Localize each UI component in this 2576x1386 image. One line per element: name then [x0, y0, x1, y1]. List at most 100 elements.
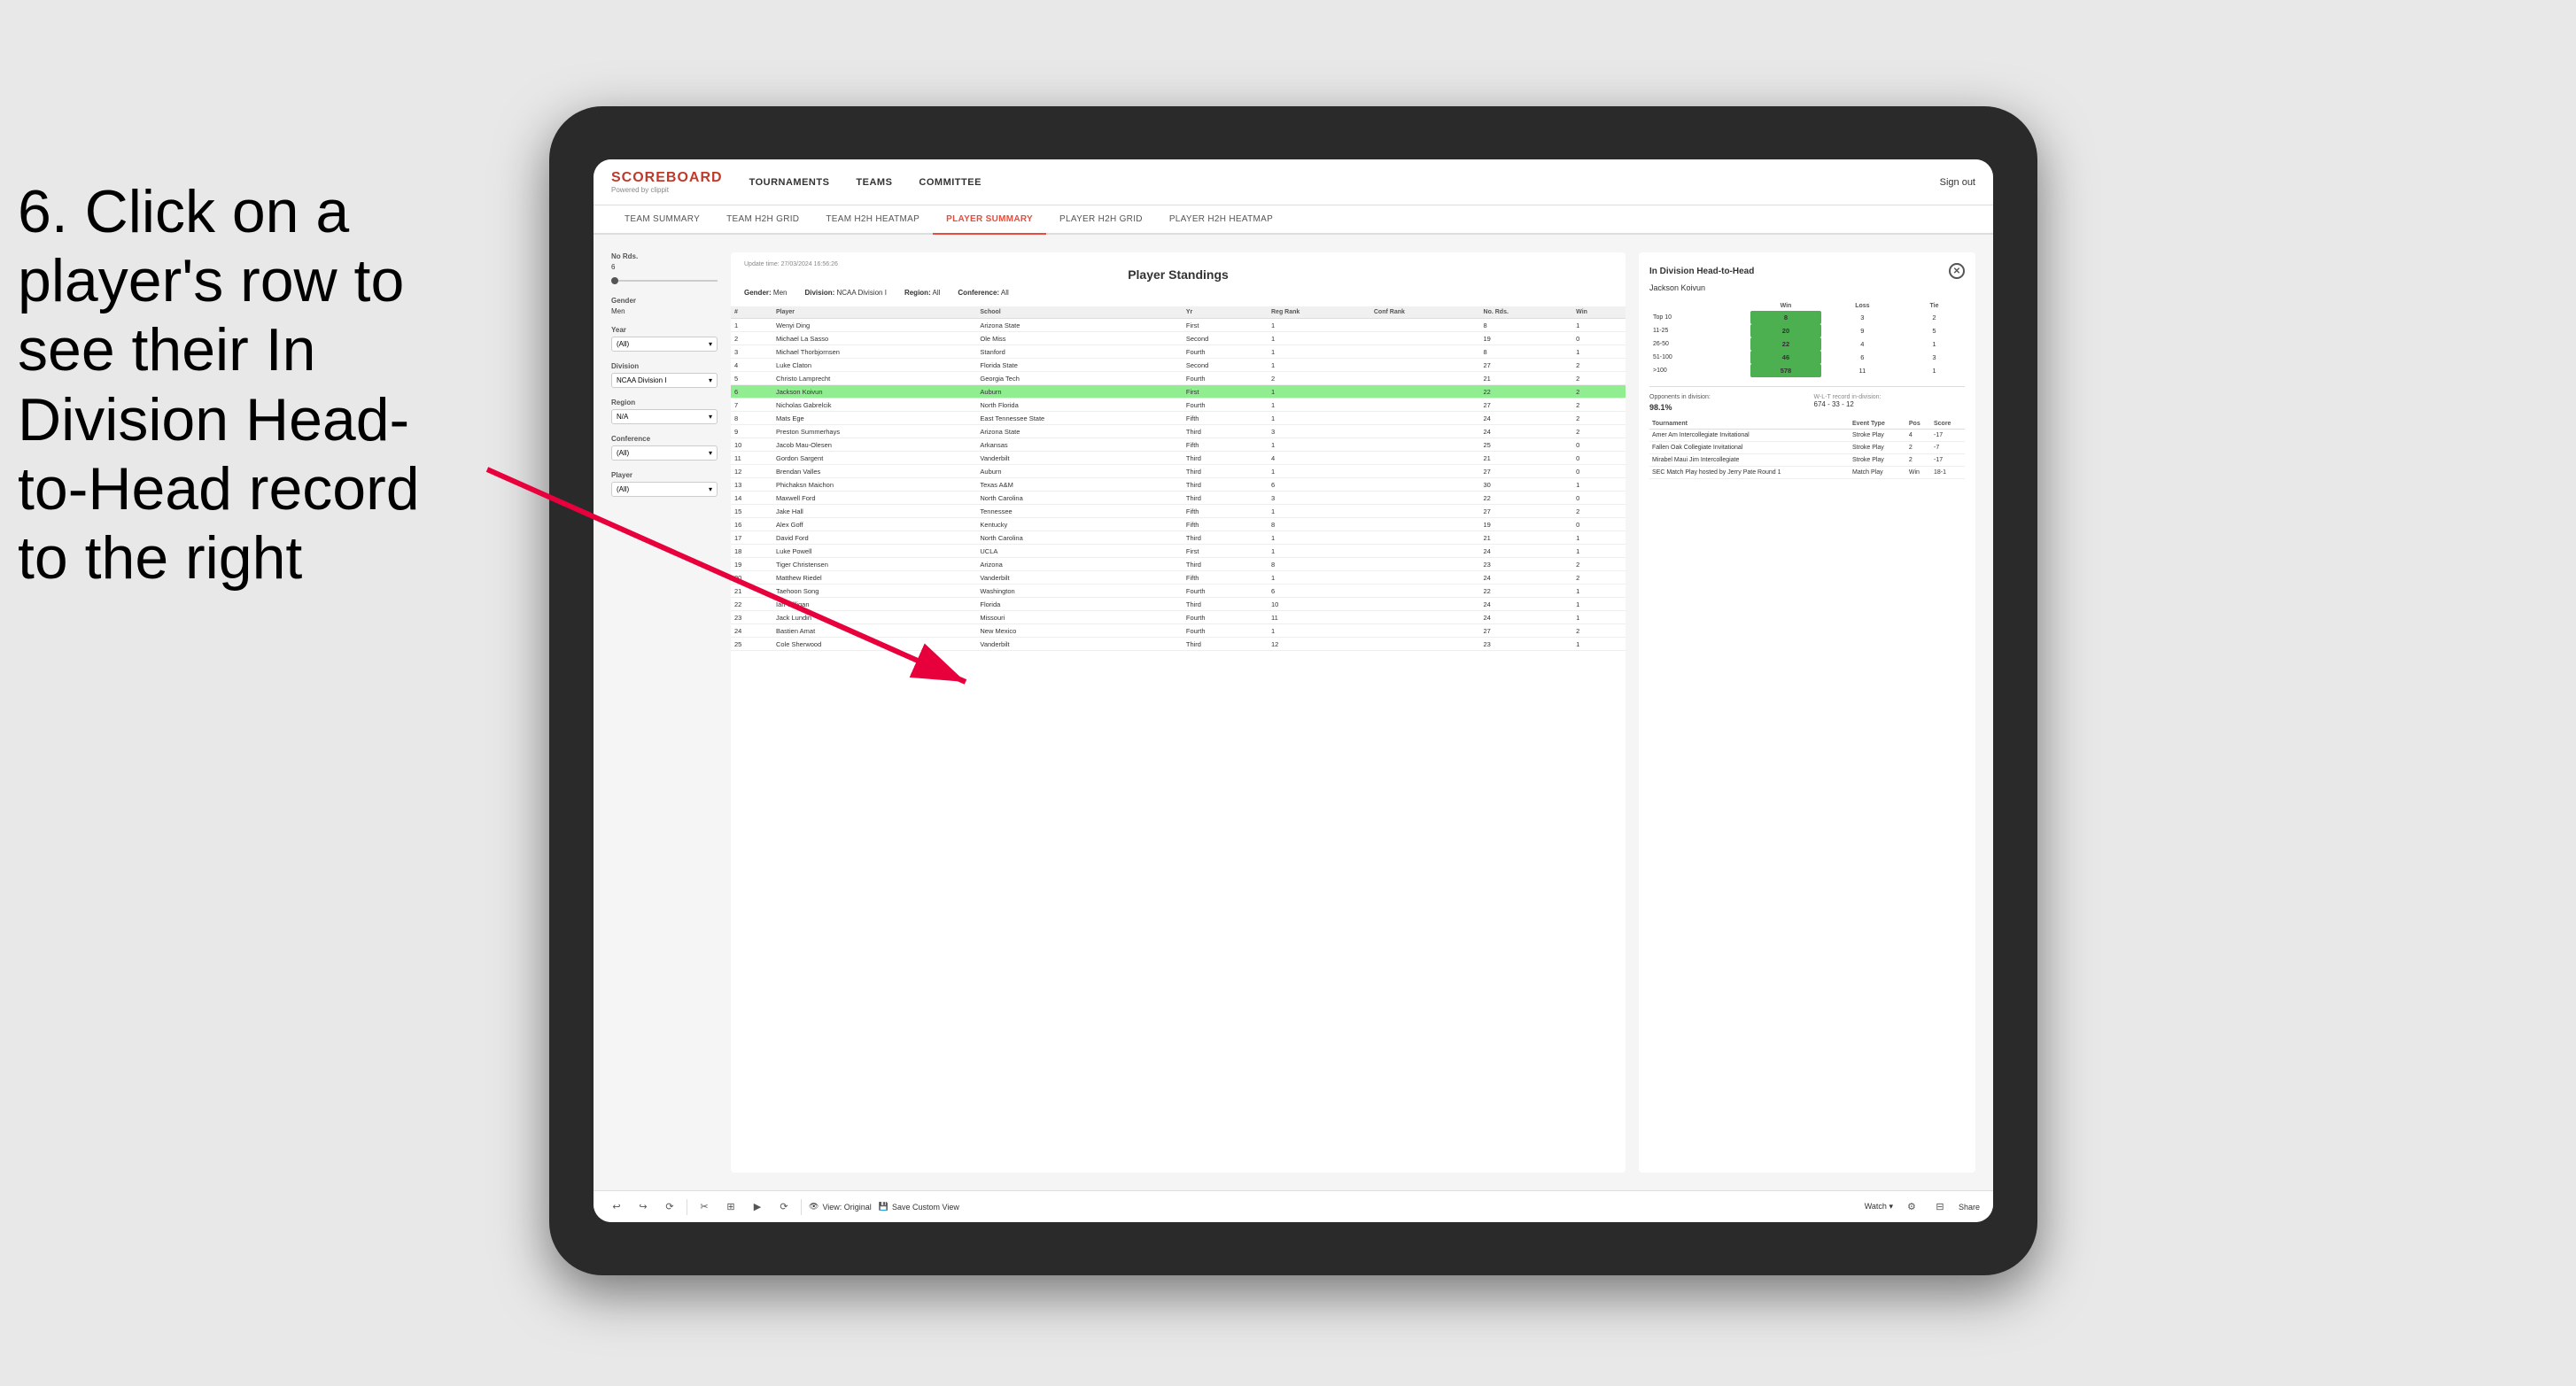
year-dropdown[interactable]: (All) ▾: [611, 337, 718, 352]
t-score: -17: [1931, 454, 1965, 467]
cell-reg-rank: 3: [1268, 492, 1370, 505]
h2h-win: 46: [1750, 351, 1821, 364]
tournament-row: Amer Am Intercollegiate Invitational Str…: [1649, 430, 1965, 442]
table-row[interactable]: 19 Tiger Christensen Arizona Third 8 23 …: [731, 558, 1626, 571]
cell-reg-rank: 8: [1268, 558, 1370, 571]
refresh-button[interactable]: ⟳: [660, 1197, 679, 1217]
subnav-player-h2h-grid[interactable]: PLAYER H2H GRID: [1046, 205, 1156, 235]
no-rds-slider[interactable]: [611, 275, 718, 286]
gender-value: Men: [611, 307, 718, 315]
settings-button[interactable]: ⚙: [1902, 1197, 1921, 1217]
subnav-player-summary[interactable]: PLAYER SUMMARY: [933, 205, 1046, 235]
table-row[interactable]: 21 Taehoon Song Washington Fourth 6 22 1: [731, 585, 1626, 598]
subnav-player-h2h-heatmap[interactable]: PLAYER H2H HEATMAP: [1156, 205, 1286, 235]
table-row[interactable]: 16 Alex Goff Kentucky Fifth 8 19 0: [731, 518, 1626, 531]
logo-powered: Powered by clippit: [611, 186, 723, 194]
h2h-win: 578: [1750, 364, 1821, 377]
table-row[interactable]: 22 Ian Gilligan Florida Third 10 24 1: [731, 598, 1626, 611]
table-row[interactable]: 4 Luke Claton Florida State Second 1 27 …: [731, 359, 1626, 372]
sign-out-button[interactable]: Sign out: [1940, 177, 1975, 188]
subnav-team-h2h-heatmap[interactable]: TEAM H2H HEATMAP: [812, 205, 933, 235]
save-custom-view-button[interactable]: 💾 Save Custom View: [879, 1202, 959, 1212]
cell-conf-rank: [1370, 359, 1480, 372]
cut-button[interactable]: ✂: [694, 1197, 714, 1217]
cell-rank: 1: [731, 319, 772, 332]
table-row[interactable]: 1 Wenyi Ding Arizona State First 1 8 1: [731, 319, 1626, 332]
undo-button[interactable]: ↩: [607, 1197, 626, 1217]
cell-reg-rank: 8: [1268, 518, 1370, 531]
cell-rank: 14: [731, 492, 772, 505]
cell-player: Michael La Sasso: [772, 332, 976, 345]
filter-conference: Conference (All) ▾: [611, 435, 718, 461]
t-type: Stroke Play: [1850, 430, 1906, 442]
redo-button[interactable]: ↪: [633, 1197, 653, 1217]
cell-reg-rank: 1: [1268, 319, 1370, 332]
region-dropdown[interactable]: N/A ▾: [611, 409, 718, 424]
watch-button[interactable]: Watch ▾: [1865, 1202, 1893, 1212]
nav-tournaments[interactable]: TOURNAMENTS: [749, 174, 830, 191]
view-label: View: Original: [822, 1203, 871, 1212]
table-row[interactable]: 12 Brendan Valles Auburn Third 1 27 0: [731, 465, 1626, 478]
share-button[interactable]: Share: [1959, 1203, 1980, 1212]
cell-no-rds: 24: [1480, 598, 1573, 611]
cell-player: Wenyi Ding: [772, 319, 976, 332]
cell-player: Preston Summerhays: [772, 425, 976, 438]
cell-no-rds: 30: [1480, 478, 1573, 492]
table-row[interactable]: 17 David Ford North Carolina Third 1 21 …: [731, 531, 1626, 545]
cell-school: Arkansas: [976, 438, 1182, 452]
table-row[interactable]: 5 Christo Lamprecht Georgia Tech Fourth …: [731, 372, 1626, 385]
table-row[interactable]: 11 Gordon Sargent Vanderbilt Third 4 21 …: [731, 452, 1626, 465]
filter-division: Division NCAA Division I ▾: [611, 362, 718, 388]
division-dropdown[interactable]: NCAA Division I ▾: [611, 373, 718, 388]
table-row[interactable]: 14 Maxwell Ford North Carolina Third 3 2…: [731, 492, 1626, 505]
table-row[interactable]: 20 Matthew Riedel Vanderbilt Fifth 1 24 …: [731, 571, 1626, 585]
cell-win: 2: [1572, 359, 1626, 372]
view-original-button[interactable]: 👁 View: Original: [809, 1202, 872, 1212]
cell-yr: Fourth: [1183, 345, 1268, 359]
cell-conf-rank: [1370, 558, 1480, 571]
cell-no-rds: 27: [1480, 505, 1573, 518]
nav-committee[interactable]: COMMITTEE: [919, 174, 982, 191]
cell-win: 0: [1572, 492, 1626, 505]
h2h-loss: 6: [1821, 351, 1904, 364]
table-row[interactable]: 10 Jacob Mau-Olesen Arkansas Fifth 1 25 …: [731, 438, 1626, 452]
cell-school: Arizona State: [976, 425, 1182, 438]
conference-dropdown[interactable]: (All) ▾: [611, 445, 718, 461]
table-row[interactable]: 9 Preston Summerhays Arizona State Third…: [731, 425, 1626, 438]
player-dropdown[interactable]: (All) ▾: [611, 482, 718, 497]
cell-player: Ian Gilligan: [772, 598, 976, 611]
tournament-row: SEC Match Play hosted by Jerry Pate Roun…: [1649, 467, 1965, 479]
cycle-button[interactable]: ⟳: [774, 1197, 794, 1217]
h2h-tie: 2: [1904, 311, 1965, 324]
table-row[interactable]: 7 Nicholas Gabrelcik North Florida Fourt…: [731, 399, 1626, 412]
cell-reg-rank: 1: [1268, 412, 1370, 425]
table-row[interactable]: 18 Luke Powell UCLA First 1 24 1: [731, 545, 1626, 558]
table-row[interactable]: 2 Michael La Sasso Ole Miss Second 1 19 …: [731, 332, 1626, 345]
table-row[interactable]: 13 Phichaksn Maichon Texas A&M Third 6 3…: [731, 478, 1626, 492]
cell-school: UCLA: [976, 545, 1182, 558]
cell-rank: 15: [731, 505, 772, 518]
table-row[interactable]: 23 Jack Lundin Missouri Fourth 11 24 1: [731, 611, 1626, 624]
t-type: Match Play: [1850, 467, 1906, 479]
nav-teams[interactable]: TEAMS: [856, 174, 892, 191]
table-row[interactable]: 8 Mats Ege East Tennessee State Fifth 1 …: [731, 412, 1626, 425]
save-label: Save Custom View: [892, 1203, 959, 1212]
cell-win: 1: [1572, 598, 1626, 611]
cell-player: Phichaksn Maichon: [772, 478, 976, 492]
cell-player: Luke Powell: [772, 545, 976, 558]
play-button[interactable]: ▶: [748, 1197, 767, 1217]
table-row[interactable]: 15 Jake Hall Tennessee Fifth 1 27 2: [731, 505, 1626, 518]
table-icon[interactable]: ⊟: [1930, 1197, 1950, 1217]
table-row[interactable]: 25 Cole Sherwood Vanderbilt Third 12 23 …: [731, 638, 1626, 651]
table-row[interactable]: 3 Michael Thorbjornsen Stanford Fourth 1…: [731, 345, 1626, 359]
table-row[interactable]: 24 Bastien Amat New Mexico Fourth 1 27 2: [731, 624, 1626, 638]
table-row[interactable]: 6 Jackson Koivun Auburn First 1 22 2: [731, 385, 1626, 399]
h2h-close-button[interactable]: ✕: [1949, 263, 1965, 279]
subnav-team-h2h-grid[interactable]: TEAM H2H GRID: [713, 205, 812, 235]
cell-win: 2: [1572, 399, 1626, 412]
subnav-team-summary[interactable]: TEAM SUMMARY: [611, 205, 713, 235]
h2h-tie: 5: [1904, 324, 1965, 337]
standings-table-scroll[interactable]: # Player School Yr Reg Rank Conf Rank No…: [731, 306, 1626, 1173]
grid-button[interactable]: ⊞: [721, 1197, 741, 1217]
cell-yr: Third: [1183, 425, 1268, 438]
